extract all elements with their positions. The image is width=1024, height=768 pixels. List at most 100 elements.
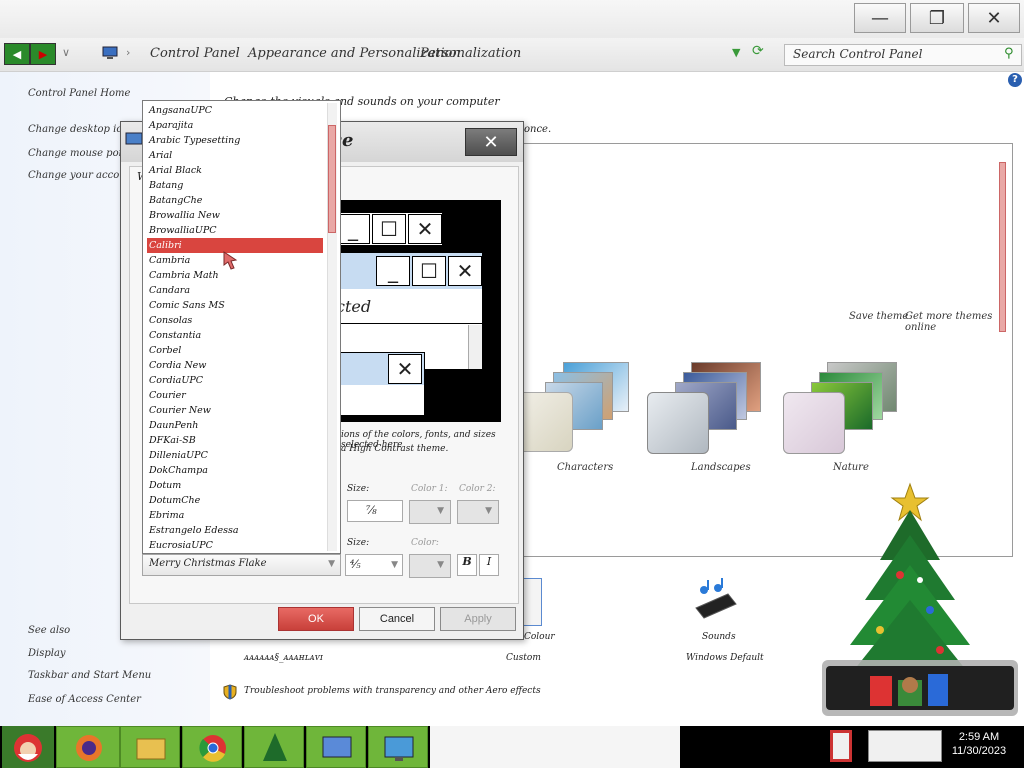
taskbar-personalization[interactable] xyxy=(368,726,428,768)
theme-characters[interactable]: Characters xyxy=(513,356,641,473)
font-list-item[interactable]: Candara xyxy=(147,283,323,298)
font-list-item[interactable]: AngsanaUPC xyxy=(147,103,323,118)
start-button[interactable] xyxy=(2,726,54,768)
bold-button[interactable]: B xyxy=(457,554,477,576)
taskbar-explorer[interactable] xyxy=(120,726,180,768)
link-taskbar-start-menu[interactable]: Taskbar and Start Menu xyxy=(28,670,151,681)
help-icon[interactable]: ? xyxy=(1008,73,1022,87)
forward-arrow-icon: ▶ xyxy=(38,47,48,61)
close-icon: ✕ xyxy=(986,7,1002,29)
color2-picker[interactable]: ▼ xyxy=(457,500,499,524)
font-list-scrollbar-thumb[interactable] xyxy=(328,125,336,233)
folder-icon xyxy=(136,738,166,760)
font-list-item[interactable]: Arial xyxy=(147,148,323,163)
font-dropdown-list: AngsanaUPC Aparajita Arabic Typesetting Ari… xyxy=(142,100,341,554)
font-list-item[interactable]: Ebrima xyxy=(147,508,323,523)
font-list-item[interactable]: DilleniaUPC xyxy=(147,448,323,463)
font-list-item[interactable]: DotumChe xyxy=(147,493,323,508)
font-list-item[interactable]: Comic Sans MS xyxy=(147,298,323,313)
control-panel-home-link[interactable]: Control Panel Home xyxy=(28,88,130,99)
refresh-icon[interactable]: ⟳ xyxy=(752,43,764,59)
back-arrow-icon: ◀ xyxy=(12,47,22,61)
italic-button[interactable]: I xyxy=(479,554,499,576)
font-list-item[interactable]: Courier xyxy=(147,388,323,403)
font-combo[interactable]: Merry Christmas Flake ▼ xyxy=(142,554,341,576)
link-ease-of-access[interactable]: Ease of Access Center xyxy=(28,694,141,705)
font-list-item[interactable]: Consolas xyxy=(147,313,323,328)
address-dropdown-icon[interactable]: ▼ xyxy=(732,46,740,59)
font-list-item[interactable]: Estrangelo Edessa xyxy=(147,523,323,538)
back-button[interactable]: ◀ xyxy=(4,43,30,65)
font-list-item[interactable]: Courier New xyxy=(147,403,323,418)
restore-button[interactable]: ❐ xyxy=(910,3,964,33)
font-list-scrollbar[interactable] xyxy=(327,103,337,551)
font-list-item[interactable]: CordiaUPC xyxy=(147,373,323,388)
breadcrumb-control-panel[interactable]: Control Panel xyxy=(150,46,240,61)
taskbar xyxy=(0,726,1024,768)
taskbar-control-panel[interactable] xyxy=(306,726,366,768)
font-list-item[interactable]: Cambria Math xyxy=(147,268,323,283)
font-list-item[interactable]: Constantia xyxy=(147,328,323,343)
minimize-button[interactable]: — xyxy=(854,3,906,33)
chevron-down-icon: ▼ xyxy=(437,506,444,516)
font-size-combo[interactable]: ⅘ ▼ xyxy=(345,554,403,576)
save-theme-link[interactable]: Save theme xyxy=(849,311,908,322)
preview-maximize-icon: ☐ xyxy=(412,256,446,286)
color1-label: Color 1: xyxy=(411,484,448,494)
sounds-icon[interactable] xyxy=(688,578,740,624)
font-list-item[interactable]: Aparajita xyxy=(147,118,323,133)
screen-saver-value[interactable]: ᴀᴀᴀᴀᴀᴀ§_ᴀᴀᴀʜʟᴀᴠɪ xyxy=(244,653,323,663)
search-input[interactable]: Search Control Panel xyxy=(784,44,1022,66)
font-list-item[interactable]: DokChampa xyxy=(147,463,323,478)
firefox-icon xyxy=(76,735,102,761)
font-list-item[interactable]: DaunPenh xyxy=(147,418,323,433)
troubleshoot-link[interactable]: Troubleshoot problems with transparency … xyxy=(244,686,541,696)
sounds-value[interactable]: Windows Default xyxy=(686,653,764,663)
get-more-themes-link[interactable]: Get more themes online xyxy=(905,311,1012,333)
close-window-button[interactable]: ✕ xyxy=(968,3,1020,33)
font-list-item[interactable]: Browallia New xyxy=(147,208,323,223)
font-list-item[interactable]: Dotum xyxy=(147,478,323,493)
theme-nature[interactable]: Nature xyxy=(783,356,913,473)
font-list-item[interactable]: Arial Black xyxy=(147,163,323,178)
search-icon[interactable]: ⚲ xyxy=(1004,46,1014,61)
cancel-button[interactable]: Cancel xyxy=(359,607,435,631)
taskbar-firefox[interactable] xyxy=(56,726,120,768)
apply-button[interactable]: Apply xyxy=(440,607,516,631)
christmas-tree-gadget xyxy=(822,482,1018,716)
font-list-item[interactable]: Corbel xyxy=(147,343,323,358)
taskbar-tree-gadget[interactable] xyxy=(244,726,304,768)
breadcrumb-separator-icon: › xyxy=(228,46,233,59)
breadcrumb-personalization[interactable]: Personalization xyxy=(420,46,521,61)
font-list-item[interactable]: DFKai-SB xyxy=(147,433,323,448)
font-size-label: Size: xyxy=(347,538,370,548)
themes-scrollbar-thumb[interactable] xyxy=(999,162,1006,332)
taskbar-chrome[interactable] xyxy=(182,726,242,768)
font-list-item[interactable]: Arabic Typesetting xyxy=(147,133,323,148)
taskbar-clock[interactable]: 2:59 AM 11/30/2023 xyxy=(944,730,1014,758)
item-size-label: Size: xyxy=(347,484,370,494)
colour-value[interactable]: Custom xyxy=(506,653,541,663)
chevron-down-icon: ▼ xyxy=(485,506,492,516)
dialog-close-button[interactable]: ✕ xyxy=(465,128,517,156)
restore-icon: ❐ xyxy=(928,7,946,29)
theme-landscapes[interactable]: Landscapes xyxy=(647,356,777,473)
item-size-spinner[interactable]: ⅞ xyxy=(347,500,403,522)
font-list-item[interactable]: EucrosiaUPC xyxy=(147,538,323,553)
font-list-item[interactable]: Batang xyxy=(147,178,323,193)
see-also-heading: See also xyxy=(28,625,71,636)
font-list-item[interactable]: BatangChe xyxy=(147,193,323,208)
tray-icon[interactable] xyxy=(830,730,852,762)
font-list-item[interactable]: Cordia New xyxy=(147,358,323,373)
link-display[interactable]: Display xyxy=(28,648,66,659)
dialog-app-icon xyxy=(125,132,143,145)
font-list-item[interactable]: BrowalliaUPC xyxy=(147,223,323,238)
ok-button[interactable]: OK xyxy=(278,607,354,631)
preview-minimize-icon: _ xyxy=(376,256,410,286)
preview-message-box: ✕ xyxy=(333,352,425,416)
forward-button[interactable]: ▶ xyxy=(30,43,56,65)
color1-picker[interactable]: ▼ xyxy=(409,500,451,524)
font-color-picker[interactable]: ▼ xyxy=(409,554,451,578)
recent-pages-chevron-icon[interactable]: ∨ xyxy=(62,46,70,59)
notification-area[interactable] xyxy=(868,730,942,762)
